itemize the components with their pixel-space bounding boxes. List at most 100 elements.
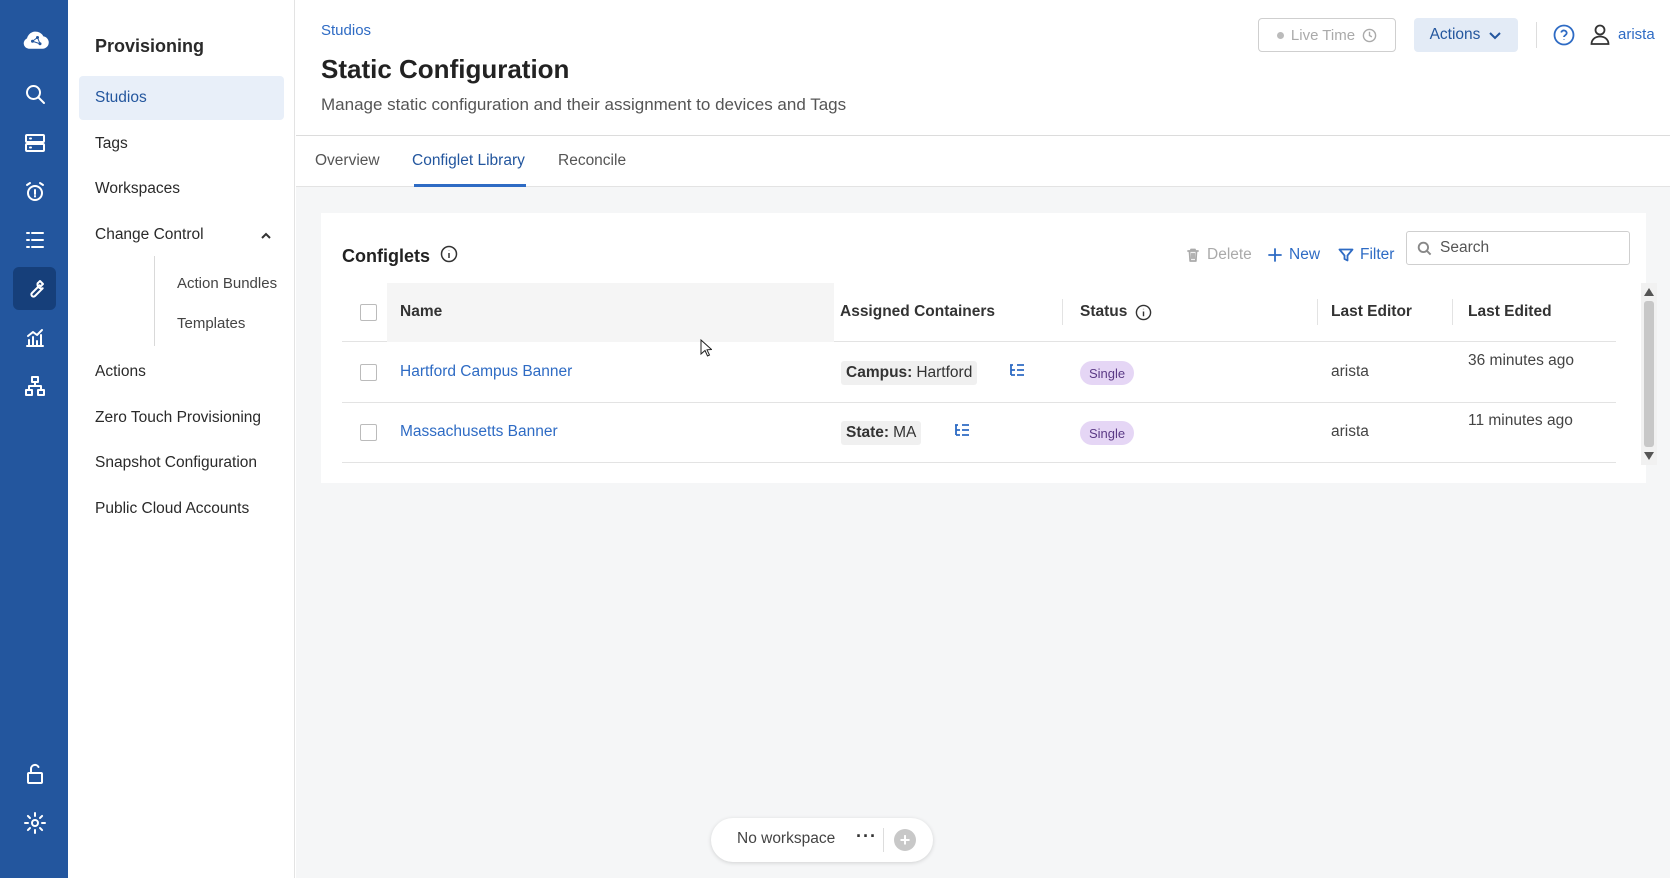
actions-label: Actions bbox=[1429, 26, 1481, 43]
row-checkbox[interactable] bbox=[360, 364, 377, 381]
provisioning-sidebar: Provisioning Studios Tags Workspaces Cha… bbox=[68, 0, 295, 878]
last-editor: arista bbox=[1331, 363, 1369, 380]
table-row[interactable]: Hartford Campus Banner Campus: Hartford … bbox=[342, 343, 1616, 403]
column-separator bbox=[1452, 299, 1453, 325]
sidebar-title: Provisioning bbox=[95, 36, 205, 56]
info-icon[interactable] bbox=[440, 245, 458, 268]
select-all-checkbox[interactable] bbox=[360, 304, 377, 321]
topology-icon[interactable] bbox=[13, 364, 56, 407]
last-edited: 36 minutes ago bbox=[1468, 352, 1574, 369]
submenu-divider bbox=[154, 256, 155, 346]
icon-rail bbox=[0, 0, 68, 878]
configlets-table: Name Assigned Containers Status Last Edi… bbox=[342, 283, 1657, 465]
hierarchy-tree-icon[interactable] bbox=[1008, 362, 1026, 385]
cloud-logo-icon[interactable] bbox=[13, 18, 56, 61]
delete-button[interactable]: Delete bbox=[1185, 240, 1252, 270]
sidebar-item-change-control[interactable]: Change Control bbox=[79, 213, 284, 257]
sidebar-item-ztp[interactable]: Zero Touch Provisioning bbox=[79, 396, 284, 440]
status-dot bbox=[1276, 31, 1284, 39]
configlet-name-link[interactable]: Massachusetts Banner bbox=[400, 423, 558, 441]
container-key: Campus: bbox=[846, 364, 913, 381]
provisioning-wrench-icon[interactable] bbox=[13, 267, 56, 310]
table-header: Name Assigned Containers Status Last Edi… bbox=[342, 283, 1616, 342]
scroll-down-arrow-icon[interactable] bbox=[1644, 452, 1654, 460]
search-input[interactable] bbox=[1440, 239, 1620, 257]
tab-bar: Overview Configlet Library Reconcile bbox=[296, 136, 1670, 187]
column-header-name[interactable]: Name bbox=[400, 303, 442, 321]
change-control-label: Change Control bbox=[95, 226, 204, 243]
lock-icon[interactable] bbox=[13, 752, 56, 795]
column-header-last-editor[interactable]: Last Editor bbox=[1331, 303, 1412, 321]
table-row[interactable]: Massachusetts Banner State: MA Single ar… bbox=[342, 403, 1616, 463]
container-value: MA bbox=[893, 424, 917, 441]
scroll-up-arrow-icon[interactable] bbox=[1644, 288, 1654, 296]
search-icon[interactable] bbox=[13, 72, 56, 115]
chevron-up-icon[interactable] bbox=[260, 229, 272, 241]
tab-overview[interactable]: Overview bbox=[315, 152, 380, 170]
scroll-thumb[interactable] bbox=[1644, 301, 1654, 447]
settings-gear-icon[interactable] bbox=[13, 801, 56, 844]
trash-icon bbox=[1187, 248, 1199, 262]
container-key: State: bbox=[846, 424, 890, 441]
container-chip: Campus: Hartford bbox=[841, 361, 978, 385]
page-subtitle: Manage static configuration and their as… bbox=[321, 95, 847, 114]
page-header: Studios Static Configuration Manage stat… bbox=[296, 0, 1670, 136]
last-edited: 11 minutes ago bbox=[1468, 412, 1573, 429]
last-editor: arista bbox=[1331, 423, 1369, 440]
mouse-cursor-icon bbox=[700, 339, 712, 357]
status-header-label: Status bbox=[1080, 303, 1128, 320]
clock-icon bbox=[1362, 28, 1377, 42]
sidebar-item-workspaces[interactable]: Workspaces bbox=[79, 167, 284, 211]
help-icon[interactable] bbox=[1553, 24, 1575, 46]
sidebar-item-studios[interactable]: Studios bbox=[79, 76, 284, 120]
workspace-label[interactable]: No workspace bbox=[737, 830, 835, 848]
filter-icon bbox=[1338, 248, 1354, 262]
column-header-last-edited[interactable]: Last Edited bbox=[1468, 303, 1552, 321]
sidebar-item-actions[interactable]: Actions bbox=[79, 350, 284, 394]
add-workspace-icon[interactable]: + bbox=[894, 829, 916, 851]
page-title: Static Configuration bbox=[321, 54, 570, 84]
user-name-link[interactable]: arista bbox=[1618, 26, 1655, 43]
card-title: Configlets bbox=[342, 245, 458, 268]
sidebar-item-public-cloud-accounts[interactable]: Public Cloud Accounts bbox=[79, 487, 284, 531]
sidebar-item-snapshot-configuration[interactable]: Snapshot Configuration bbox=[79, 441, 284, 485]
configlets-title: Configlets bbox=[342, 246, 430, 266]
filter-label: Filter bbox=[1360, 246, 1395, 263]
column-separator bbox=[1317, 299, 1318, 325]
more-options-icon[interactable]: ··· bbox=[856, 826, 877, 847]
row-checkbox[interactable] bbox=[360, 424, 377, 441]
live-time-button[interactable]: Live Time bbox=[1258, 18, 1396, 52]
sidebar-item-tags[interactable]: Tags bbox=[79, 122, 284, 166]
column-header-status[interactable]: Status bbox=[1080, 303, 1152, 321]
filter-button[interactable]: Filter bbox=[1338, 240, 1394, 270]
sidebar-item-action-bundles[interactable]: Action Bundles bbox=[177, 275, 277, 292]
alarm-icon[interactable] bbox=[13, 170, 56, 213]
column-separator bbox=[1062, 299, 1063, 325]
header-divider bbox=[1536, 22, 1537, 48]
sidebar-item-templates[interactable]: Templates bbox=[177, 315, 245, 332]
plus-icon bbox=[1268, 248, 1282, 262]
tab-configlet-library[interactable]: Configlet Library bbox=[412, 152, 525, 170]
configlet-name-link[interactable]: Hartford Campus Banner bbox=[400, 363, 572, 381]
table-scrollbar[interactable] bbox=[1641, 283, 1657, 465]
column-header-assigned-containers[interactable]: Assigned Containers bbox=[840, 303, 995, 321]
name-column-highlight bbox=[387, 283, 834, 342]
actions-dropdown-button[interactable]: Actions bbox=[1414, 18, 1518, 52]
active-tab-indicator bbox=[414, 184, 526, 187]
user-icon[interactable] bbox=[1588, 22, 1612, 46]
breadcrumb-studios[interactable]: Studios bbox=[321, 22, 371, 39]
tab-reconcile[interactable]: Reconcile bbox=[558, 152, 626, 170]
status-badge: Single bbox=[1080, 421, 1135, 445]
workspace-bar: No workspace ··· + bbox=[711, 818, 933, 862]
metrics-icon[interactable] bbox=[13, 316, 56, 359]
search-box bbox=[1406, 231, 1630, 265]
tasks-icon[interactable] bbox=[13, 218, 56, 261]
workspace-divider bbox=[883, 828, 884, 852]
container-value: Hartford bbox=[916, 364, 973, 381]
new-label: New bbox=[1289, 246, 1321, 263]
status-badge: Single bbox=[1080, 361, 1135, 385]
devices-icon[interactable] bbox=[13, 121, 56, 164]
info-icon[interactable] bbox=[1135, 304, 1152, 321]
hierarchy-tree-icon[interactable] bbox=[953, 422, 971, 445]
new-button[interactable]: New bbox=[1267, 240, 1320, 270]
